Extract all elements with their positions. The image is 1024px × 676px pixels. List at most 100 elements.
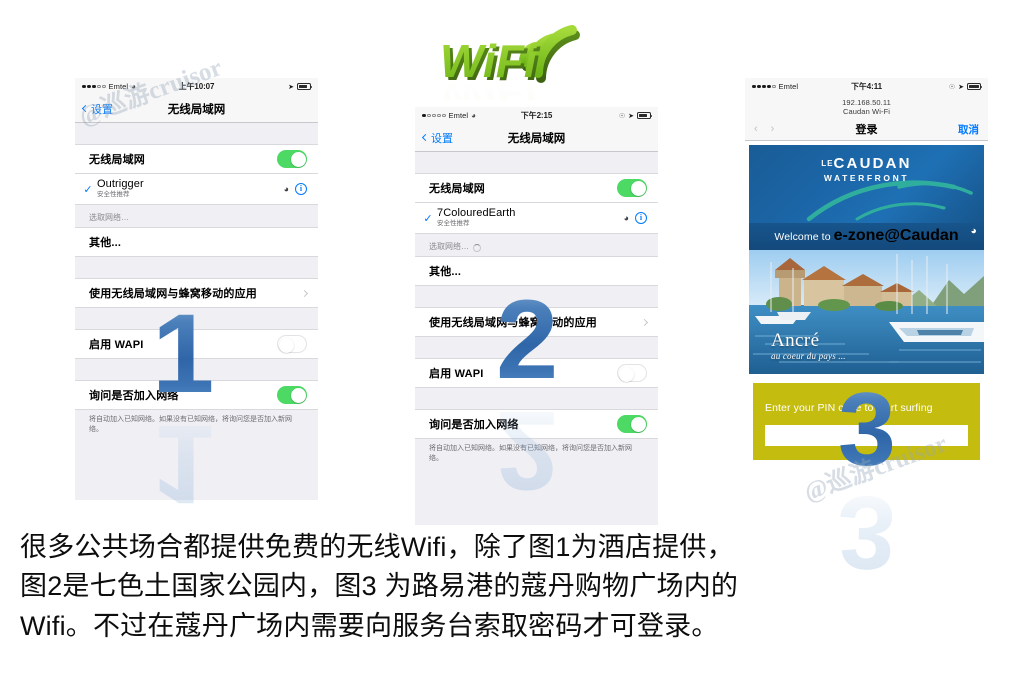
wifi-assist-apps-label: 使用无线局域网与蜂窝移动的应用 — [89, 288, 257, 300]
nav-bar: 设置 无线局域网 — [415, 124, 658, 152]
wifi-assist-apps-row[interactable]: 使用无线局域网与蜂窝移动的应用 — [415, 307, 658, 337]
wapi-toggle-switch[interactable] — [277, 335, 307, 353]
section-gap — [75, 257, 318, 278]
section-gap — [415, 388, 658, 409]
wifi-signal-icon: ◕ — [623, 213, 629, 223]
status-bar: Emtel 下午4:11 ☉ ➤ — [745, 78, 988, 95]
location-arrow-icon: ➤ — [958, 83, 964, 91]
page-root: WiFi WiFi WiFi Emtel ◕ 上午10:07 ➤ 设置 无线局域… — [0, 0, 1024, 676]
section-gap — [415, 337, 658, 358]
back-button[interactable]: 设置 — [81, 101, 113, 117]
svg-text:WiFi: WiFi — [440, 69, 538, 100]
ask-join-row[interactable]: 询问是否加入网络 — [75, 380, 318, 410]
network-name: Outrigger — [97, 178, 144, 191]
location-arrow-icon: ➤ — [628, 112, 634, 120]
chevron-left-icon[interactable]: ‹ — [754, 123, 758, 135]
back-label: 设置 — [431, 132, 453, 145]
caption-line-3: Wifi。不过在蔻丹广场内需要向服务台索取密码才可登录。 — [20, 610, 719, 641]
wapi-toggle-switch[interactable] — [617, 364, 647, 382]
other-network-label: 其他... — [89, 237, 122, 249]
brand-subtitle: WATERFRONT — [823, 172, 910, 183]
wifi-assist-apps-label: 使用无线局域网与蜂窝移动的应用 — [429, 317, 597, 329]
network-info-button[interactable]: i — [635, 212, 647, 224]
browser-nav-bar: ‹ › 登录 取消 — [745, 118, 988, 141]
choose-network-header: 选取网络… — [415, 234, 658, 256]
battery-icon — [637, 112, 653, 119]
ask-join-toggle-switch[interactable] — [617, 415, 647, 433]
wifi-toggle-switch[interactable] — [617, 179, 647, 197]
section-gap — [415, 152, 658, 173]
tagline-main: Ancré — [771, 329, 820, 351]
wapi-row[interactable]: 启用 WAPI — [75, 329, 318, 359]
wifi-toggle-row[interactable]: 无线局域网 — [415, 173, 658, 203]
battery-icon — [967, 83, 983, 90]
wifi-icon: ◕ — [471, 110, 477, 120]
other-network-row[interactable]: 其他... — [75, 227, 318, 257]
wapi-label: 启用 WAPI — [89, 339, 144, 351]
phone-screenshot-1: Emtel ◕ 上午10:07 ➤ 设置 无线局域网 无线局域网 ✓ Outri… — [75, 78, 318, 500]
other-network-label: 其他... — [429, 266, 462, 278]
network-row[interactable]: ✓ Outrigger 安全性推荐 ◕ i — [75, 174, 318, 205]
other-network-row[interactable]: 其他... — [415, 256, 658, 286]
tagline: Ancré au coeur du pays ... — [771, 331, 846, 361]
caption-line-1: 很多公共场合都提供免费的无线Wifi，除了图1为酒店提供， — [20, 532, 734, 562]
status-right: ☉ ➤ — [948, 83, 983, 91]
status-bar: Emtel ◕ 下午2:15 ☉ ➤ — [415, 107, 658, 124]
network-security-label: 安全性推荐 — [437, 219, 470, 227]
wifi-toggle-row[interactable]: 无线局域网 — [75, 144, 318, 174]
network-info-button[interactable]: i — [295, 183, 307, 195]
status-left: Emtel ◕ — [82, 82, 136, 91]
harbour-photo: Ancré au coeur du pays ... — [749, 249, 984, 374]
back-button[interactable]: 设置 — [421, 130, 453, 146]
chevron-right-icon — [640, 318, 649, 326]
welcome-network-name: e-zone@Caudan — [833, 226, 959, 244]
ask-join-toggle-switch[interactable] — [277, 386, 307, 404]
status-bar: Emtel ◕ 上午10:07 ➤ — [75, 78, 318, 95]
wifi-assist-apps-row[interactable]: 使用无线局域网与蜂窝移动的应用 — [75, 278, 318, 308]
network-name: 7ColouredEarth — [437, 207, 516, 220]
status-right: ☉ ➤ — [618, 112, 653, 120]
wifi-toggle-label: 无线局域网 — [429, 183, 485, 195]
ask-join-row[interactable]: 询问是否加入网络 — [415, 409, 658, 439]
chevron-right-icon[interactable]: › — [771, 123, 775, 135]
section-gap — [75, 123, 318, 144]
caption-text: 很多公共场合都提供免费的无线Wifi，除了图1为酒店提供， 图2是七色土国家公园… — [20, 528, 1005, 646]
signal-strength-dots — [422, 113, 446, 118]
tagline-sub: au coeur du pays ... — [771, 350, 846, 361]
section-gap — [75, 359, 318, 380]
rotation-lock-icon: ☉ — [618, 112, 626, 120]
phone-screenshot-2: Emtel ◕ 下午2:15 ☉ ➤ 设置 无线局域网 无线局域网 ✓ 7Col… — [415, 107, 658, 525]
back-label: 设置 — [91, 103, 113, 116]
loading-spinner-icon — [473, 244, 481, 252]
pin-instruction-label: Enter your PIN code to start surfing — [765, 401, 933, 414]
choose-network-label: 选取网络… — [89, 213, 129, 222]
wifi-icon: ◕ — [131, 81, 137, 91]
welcome-banner: Welcome to e-zone@Caudan ◕ — [749, 222, 984, 250]
cancel-button[interactable]: 取消 — [958, 122, 979, 137]
status-left: Emtel ◕ — [422, 111, 476, 120]
status-right: ➤ — [288, 83, 313, 91]
network-security-label: 安全性推荐 — [97, 190, 130, 198]
wifi-toggle-label: 无线局域网 — [89, 154, 145, 166]
status-left: Emtel — [752, 82, 798, 91]
wapi-row[interactable]: 启用 WAPI — [415, 358, 658, 388]
pin-input[interactable] — [765, 424, 968, 446]
signal-strength-dots — [752, 84, 776, 89]
url-bar[interactable]: 192.168.50.11 Caudan Wi-Fi — [745, 95, 988, 119]
ask-join-label: 询问是否加入网络 — [429, 419, 519, 431]
chevron-left-icon — [81, 104, 90, 113]
section-gap — [415, 286, 658, 307]
nav-bar: 设置 无线局域网 — [75, 95, 318, 123]
network-row[interactable]: ✓ 7ColouredEarth 安全性推荐 ◕ i — [415, 203, 658, 234]
carrier-name: Emtel — [778, 82, 799, 91]
brand-name: CAUDAN — [833, 154, 912, 172]
phone-screenshot-3: Emtel 下午4:11 ☉ ➤ 192.168.50.11 Caudan Wi… — [745, 78, 988, 502]
signal-strength-dots — [82, 84, 106, 89]
captive-portal-content: LECAUDAN WATERFRONT Welcome to e-zone@Ca… — [745, 140, 988, 460]
location-arrow-icon: ➤ — [288, 83, 294, 91]
checkmark-icon: ✓ — [83, 183, 93, 196]
hotspot-name: Caudan Wi-Fi — [842, 107, 891, 117]
wifi-toggle-switch[interactable] — [277, 150, 307, 168]
page-title: 登录 — [855, 124, 878, 137]
rotation-lock-icon: ☉ — [948, 83, 956, 91]
